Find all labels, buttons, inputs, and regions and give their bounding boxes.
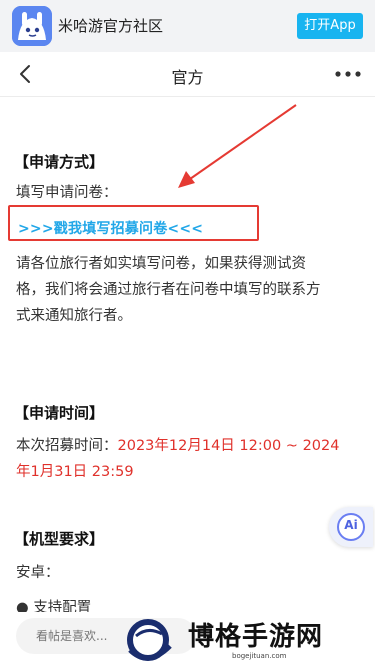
more-dots-icon <box>335 71 361 77</box>
navigation-bar: 官方 <box>0 52 375 97</box>
site-watermark: 博格手游网 bogejituan.com <box>118 612 348 664</box>
instruction-line-2: 格，我们将会通过旅行者在问卷中填写的联系方 <box>16 282 321 298</box>
instruction-line-3: 式来通知旅行者。 <box>16 308 132 324</box>
recruit-time-value-2: 年1月31日 23:59 <box>16 464 134 480</box>
recruit-time-line-1: 本次招募时间：2023年12月14日 12:00 ~ 2024 <box>16 433 361 459</box>
apply-method-heading: 【申请方式】 <box>14 153 105 171</box>
watermark-logo <box>127 619 172 661</box>
ai-assistant-button[interactable]: Ai <box>329 507 373 547</box>
more-options-button[interactable] <box>331 62 365 86</box>
watermark-brand: 博格手游网 <box>188 622 324 652</box>
fill-survey-label: 填写申请问卷： <box>16 185 118 201</box>
ai-label: Ai <box>344 518 358 532</box>
survey-link[interactable]: >>>戳我填写招募问卷<<< <box>18 218 203 238</box>
app-name: 米哈游官方社区 <box>58 17 164 35</box>
watermark-url: bogejituan.com <box>232 652 287 660</box>
page-title: 官方 <box>171 68 204 87</box>
apply-time-heading: 【申请时间】 <box>14 404 105 422</box>
recruit-time-label: 本次招募时间： <box>16 438 118 454</box>
post-content: 【申请方式】 填写申请问卷： >>>戳我填写招募问卷<<< 请各位旅行者如实填写… <box>0 97 375 667</box>
device-requirements-heading: 【机型要求】 <box>14 530 105 548</box>
instruction-line-1: 请各位旅行者如实填写问卷，如果获得测试资 <box>16 256 306 272</box>
mascot-icon <box>12 6 52 46</box>
android-label: 安卓： <box>16 565 60 581</box>
open-app-button[interactable]: 打开App <box>297 13 363 39</box>
app-logo[interactable] <box>12 6 52 46</box>
recruit-time-value-1: 2023年12月14日 12:00 ~ 2024 <box>117 438 340 454</box>
app-download-banner: 米哈游官方社区 打开App <box>0 0 375 52</box>
